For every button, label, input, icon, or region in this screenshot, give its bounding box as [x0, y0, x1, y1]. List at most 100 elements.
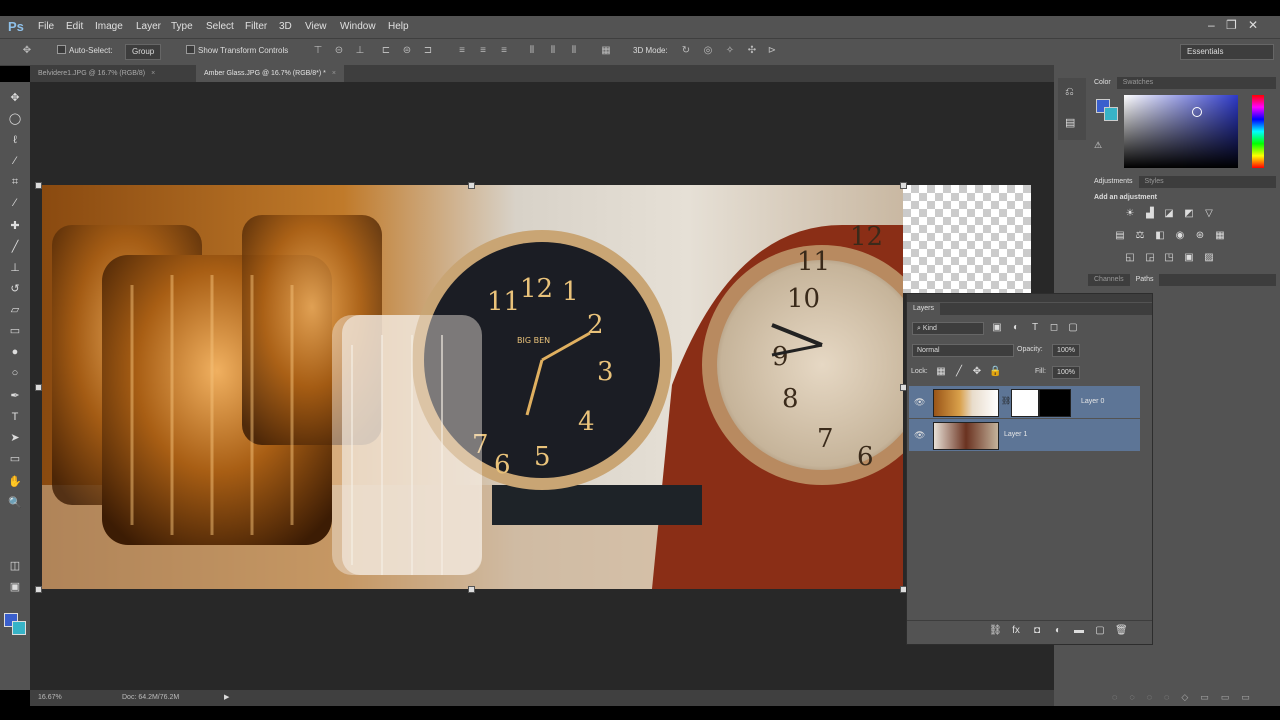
hand-tool-icon[interactable]: ✋ [7, 474, 23, 490]
new-adjustment-icon[interactable]: ◐ [1052, 625, 1064, 637]
screen-mode-icon[interactable]: ▣ [7, 579, 23, 595]
distribute-top-icon[interactable]: ≡ [456, 45, 468, 57]
selective-color-icon[interactable]: ▨ [1203, 252, 1215, 264]
menu-image[interactable]: Image [95, 16, 123, 38]
tab-belvidere[interactable]: Belvidere1.JPG @ 16.7% (RGB/8) × [30, 65, 163, 82]
menu-type[interactable]: Type [171, 16, 193, 38]
tab-paths[interactable]: Paths [1129, 274, 1160, 286]
marquee-tool-icon[interactable]: ◯ [7, 111, 23, 127]
filter-pixel-icon[interactable]: ▣ [991, 322, 1003, 334]
blend-mode-dropdown[interactable]: Normal [912, 344, 1014, 357]
filter-adjustment-icon[interactable]: ◐ [1010, 322, 1022, 334]
panel-background-swatch[interactable] [1104, 107, 1118, 121]
transform-handle-bottom[interactable] [468, 586, 475, 593]
menu-window[interactable]: Window [340, 16, 376, 38]
auto-select-dropdown[interactable]: Group [125, 44, 162, 60]
status-menu-arrow-icon[interactable]: ▶ [224, 690, 229, 706]
vibrance-icon[interactable]: ▽ [1203, 208, 1215, 220]
dodge-tool-icon[interactable]: ○ [7, 365, 23, 381]
menu-select[interactable]: Select [206, 16, 234, 38]
menu-file[interactable]: File [38, 16, 54, 38]
pen-tool-icon[interactable]: ✒ [7, 388, 23, 404]
tab-swatches[interactable]: Swatches [1117, 77, 1159, 89]
brush-tool-icon[interactable]: ╱ [7, 239, 23, 255]
3d-drag-icon[interactable]: ✧ [724, 45, 736, 57]
fill-field[interactable]: 100% [1052, 366, 1080, 379]
distribute-bottom-icon[interactable]: ≡ [498, 45, 510, 57]
history-icon[interactable]: ⎌ [1065, 86, 1074, 99]
layer-filter-dropdown[interactable]: ⌕ Kind [912, 322, 984, 335]
menu-filter[interactable]: Filter [245, 16, 267, 38]
eye-icon[interactable]: 👁 [914, 430, 925, 441]
color-picker-field[interactable] [1124, 95, 1238, 168]
layer-row[interactable]: 👁 ⛓ Layer 0 [909, 386, 1140, 418]
distribute-hcenter-icon[interactable]: ⫴ [547, 45, 559, 57]
document-image[interactable]: 12 11 10 9876 12 11 1 234 567 BIG BEN [42, 185, 903, 589]
auto-align-icon[interactable]: ▦ [600, 45, 612, 57]
tab-styles[interactable]: Styles [1139, 176, 1170, 188]
minimize-button[interactable]: – [1208, 18, 1215, 32]
lock-transparency-icon[interactable]: ▦ [935, 366, 947, 378]
transform-handle-left[interactable] [35, 384, 42, 391]
workspace-dropdown[interactable]: Essentials [1180, 44, 1274, 60]
restore-button[interactable]: ❐ [1226, 18, 1237, 32]
align-left-icon[interactable]: ⊏ [380, 45, 392, 57]
transform-handle-top[interactable] [468, 182, 475, 189]
properties-icon[interactable]: ▤ [1065, 116, 1075, 129]
menu-help[interactable]: Help [388, 16, 409, 38]
layer-name[interactable]: Layer 0 [1081, 398, 1104, 405]
layer-mask-black[interactable] [1039, 389, 1071, 417]
history-brush-tool-icon[interactable]: ↺ [7, 281, 23, 297]
zoom-tool-icon[interactable]: 🔍 [7, 495, 23, 511]
transform-handle-tl[interactable] [35, 182, 42, 189]
3d-scale-icon[interactable]: ⊳ [766, 45, 778, 57]
close-icon[interactable]: × [332, 70, 336, 77]
gradient-map-icon[interactable]: ▣ [1183, 252, 1195, 264]
menu-edit[interactable]: Edit [66, 16, 83, 38]
distribute-left-icon[interactable]: ⫴ [526, 45, 538, 57]
align-top-icon[interactable]: ⊤ [312, 45, 324, 57]
filter-shape-icon[interactable]: ◻ [1048, 322, 1060, 334]
canvas-area[interactable]: 12 11 10 9876 12 11 1 234 567 BIG BEN [30, 82, 1054, 690]
lock-pixels-icon[interactable]: ╱ [953, 366, 965, 378]
new-group-icon[interactable]: ▬ [1073, 625, 1085, 637]
align-hcenter-icon[interactable]: ⊜ [401, 45, 413, 57]
blur-tool-icon[interactable]: ● [7, 344, 23, 360]
tab-color[interactable]: Color [1088, 77, 1117, 89]
black-white-icon[interactable]: ◧ [1154, 230, 1166, 242]
transform-handle-tr[interactable] [900, 182, 907, 189]
align-vcenter-icon[interactable]: ⊝ [333, 45, 345, 57]
layer-row[interactable]: 👁 Layer 1 [909, 419, 1140, 451]
posterize-icon[interactable]: ◲ [1144, 252, 1156, 264]
gradient-tool-icon[interactable]: ▭ [7, 323, 23, 339]
layers-panel-titlebar[interactable] [907, 294, 1152, 302]
path-select-tool-icon[interactable]: ➤ [7, 430, 23, 446]
invert-icon[interactable]: ◱ [1124, 252, 1136, 264]
menu-3d[interactable]: 3D [279, 16, 292, 38]
lock-all-icon[interactable]: 🔒 [989, 366, 1001, 378]
hue-slider[interactable] [1252, 95, 1264, 168]
move-tool-icon[interactable]: ✥ [18, 45, 36, 57]
align-right-icon[interactable]: ⊐ [422, 45, 434, 57]
3d-slide-icon[interactable]: ✣ [746, 45, 758, 57]
lock-position-icon[interactable]: ✥ [971, 366, 983, 378]
auto-select-checkbox[interactable]: Auto-Select: [57, 44, 113, 58]
tab-channels[interactable]: Channels [1088, 274, 1130, 286]
photo-filter-icon[interactable]: ◉ [1174, 230, 1186, 242]
layer-style-icon[interactable]: fx [1010, 625, 1022, 637]
quick-select-tool-icon[interactable]: ⁄ [7, 153, 23, 169]
type-tool-icon[interactable]: T [7, 409, 23, 425]
threshold-icon[interactable]: ◳ [1163, 252, 1175, 264]
show-transform-checkbox[interactable]: Show Transform Controls [186, 44, 288, 58]
eraser-tool-icon[interactable]: ▱ [7, 302, 23, 318]
tab-adjustments[interactable]: Adjustments [1088, 176, 1139, 188]
layer-name[interactable]: Layer 1 [1004, 431, 1027, 438]
distribute-vcenter-icon[interactable]: ≡ [477, 45, 489, 57]
clone-stamp-tool-icon[interactable]: ⊥ [7, 260, 23, 276]
menu-layer[interactable]: Layer [136, 16, 161, 38]
levels-icon[interactable]: ▟ [1144, 208, 1156, 220]
menu-view[interactable]: View [305, 16, 327, 38]
filter-type-icon[interactable]: T [1029, 322, 1041, 334]
color-lookup-icon[interactable]: ▦ [1214, 230, 1226, 242]
lasso-tool-icon[interactable]: ℓ [7, 132, 23, 148]
